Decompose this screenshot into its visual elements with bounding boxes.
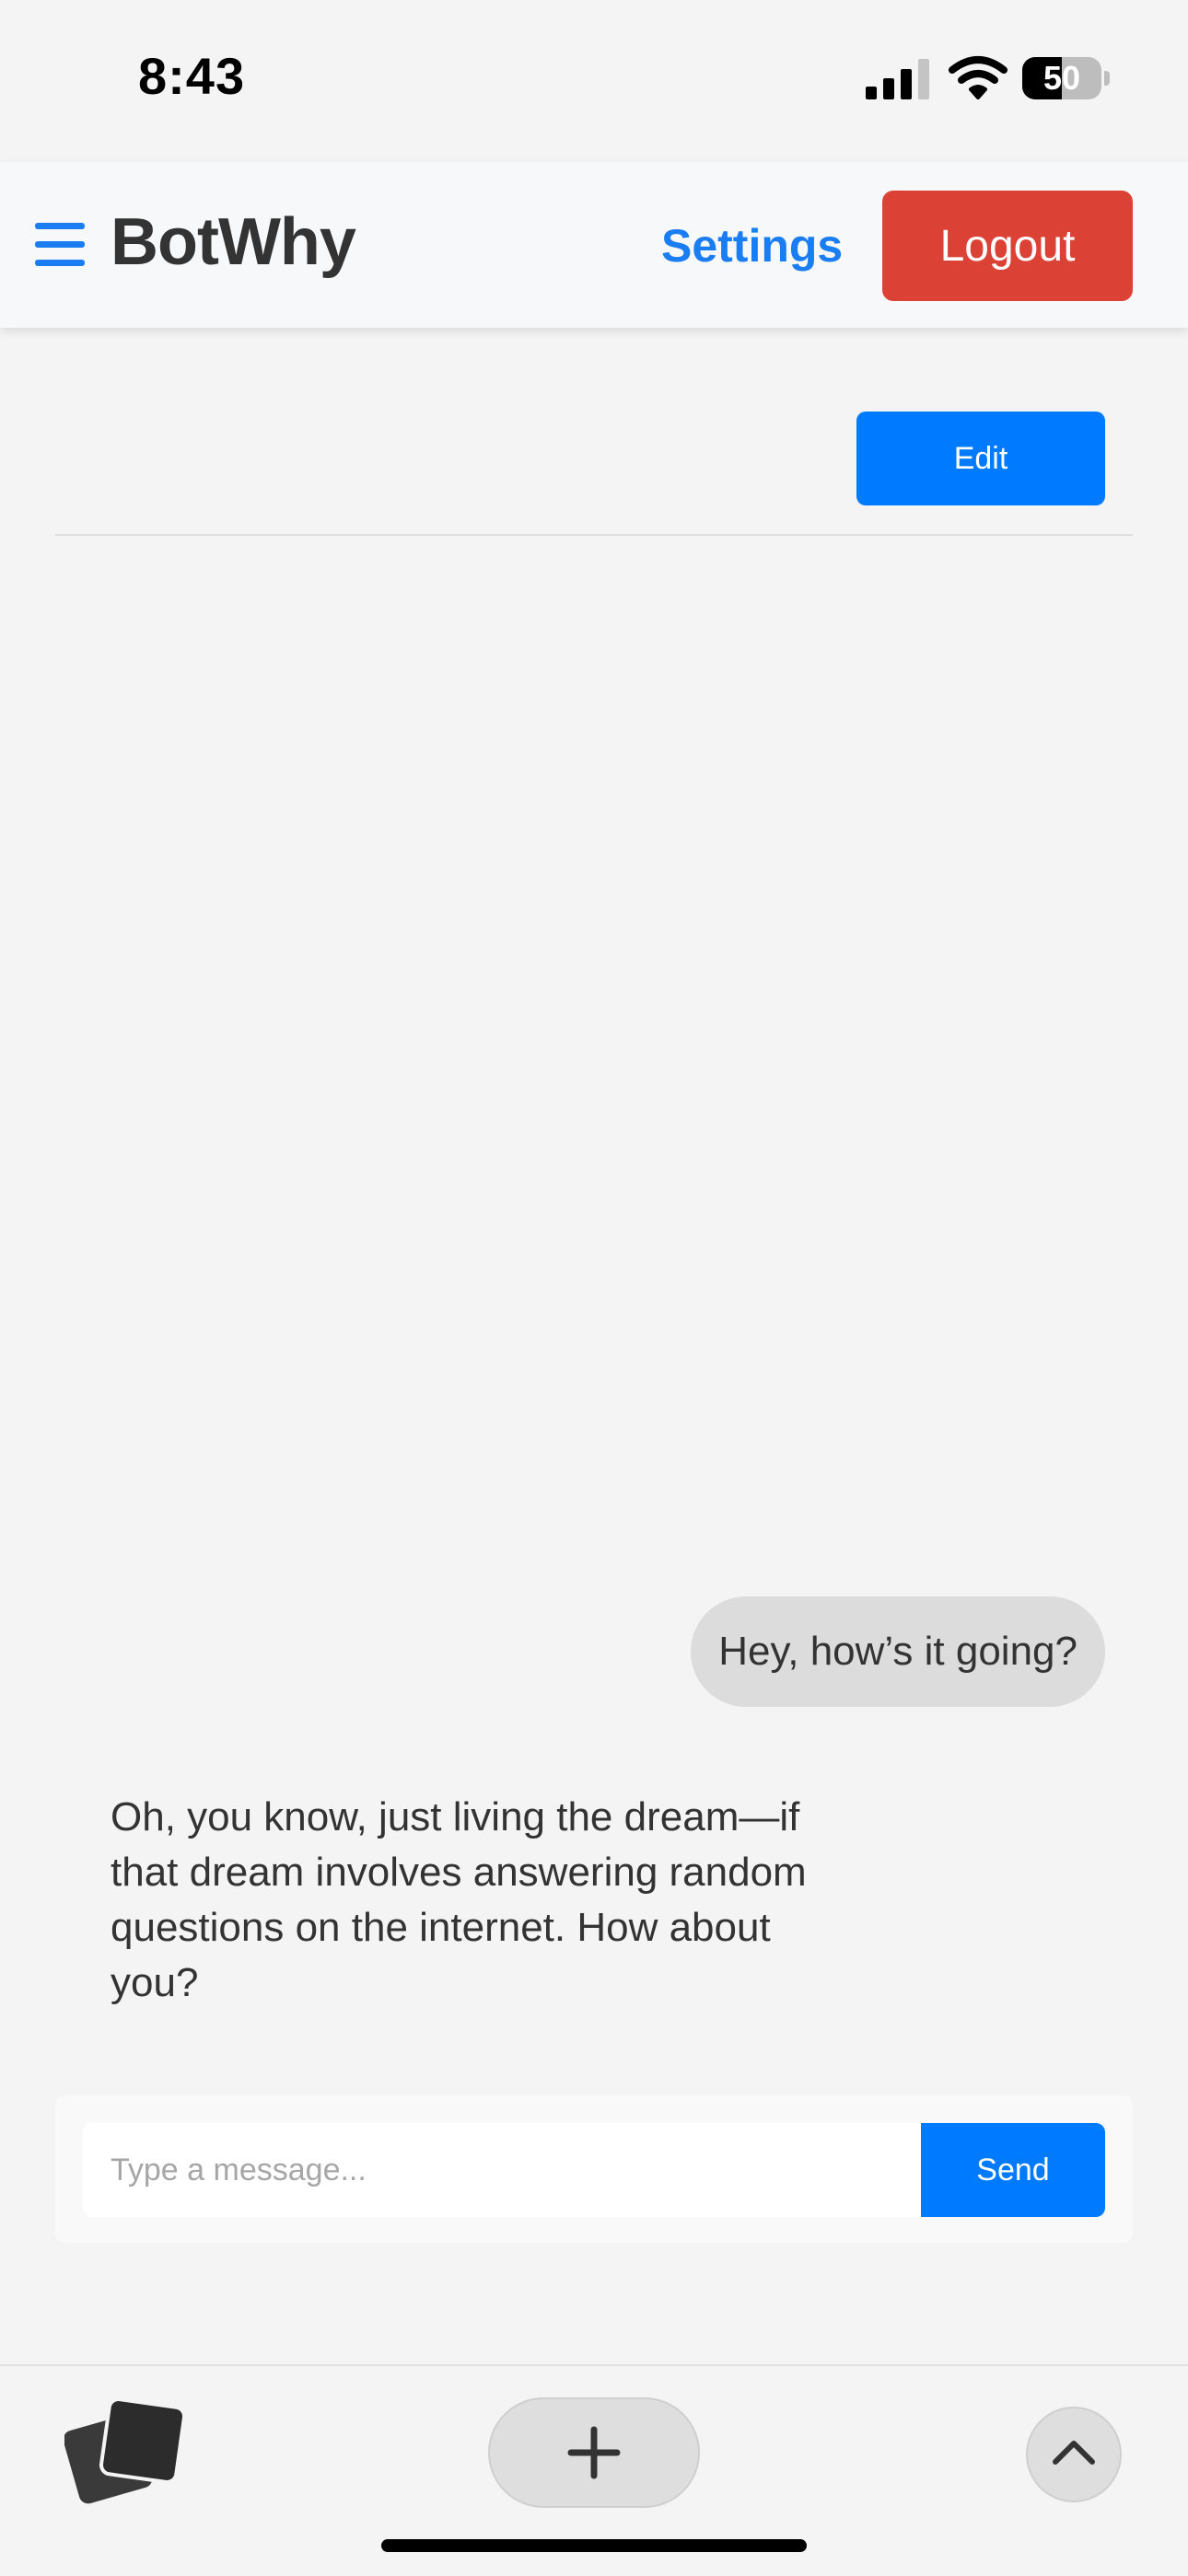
settings-link[interactable]: Settings (661, 219, 843, 273)
battery-percent: 50 (1042, 59, 1081, 97)
chevron-up-icon (1053, 2441, 1095, 2465)
edit-button[interactable]: Edit (856, 412, 1105, 505)
status-time: 8:43 (138, 47, 246, 105)
battery-icon: 50 (1022, 57, 1111, 101)
chat-area: Hey, how’s it going? Oh, you know, just … (0, 536, 1188, 2083)
menu-bar-bottom (35, 260, 85, 266)
menu-bar-top (35, 223, 85, 229)
scroll-up-button[interactable] (1026, 2407, 1122, 2502)
wifi-icon (949, 56, 1007, 99)
send-button[interactable]: Send (921, 2123, 1105, 2217)
new-tab-button[interactable] (488, 2397, 700, 2508)
battery-body: 50 (1022, 57, 1101, 99)
plus-icon (567, 2426, 621, 2479)
tabs-icon[interactable] (63, 2396, 193, 2515)
home-indicator (381, 2539, 807, 2552)
logout-button[interactable]: Logout (882, 191, 1133, 301)
user-message-bubble: Hey, how’s it going? (691, 1596, 1105, 1707)
cellular-signal-icon (866, 59, 929, 99)
bot-message: Oh, you know, just living the dream—if t… (111, 1794, 807, 2005)
hamburger-menu-icon[interactable] (35, 223, 87, 267)
message-input[interactable] (83, 2123, 921, 2217)
brand-title: BotWhy (111, 205, 356, 279)
battery-cap (1104, 71, 1110, 86)
status-bar: 8:43 50 (0, 0, 1188, 162)
menu-bar-middle (35, 241, 85, 248)
message-composer: Send (55, 2095, 1133, 2243)
tabs-icon-graphic (63, 2396, 187, 2504)
app-header: BotWhy Settings Logout (0, 162, 1188, 328)
